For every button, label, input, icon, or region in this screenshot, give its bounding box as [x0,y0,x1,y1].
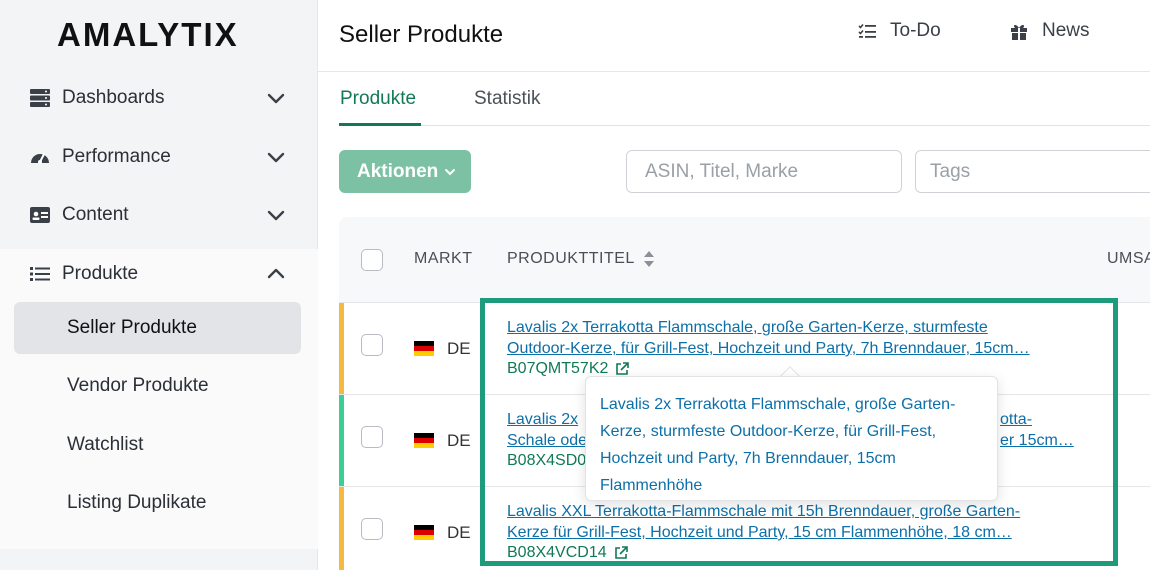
row-status-stripe [339,487,344,570]
germany-flag-icon [414,525,434,540]
search-input[interactable] [626,150,902,193]
row-checkbox[interactable] [361,334,383,356]
row-checkbox[interactable] [361,518,383,540]
actions-dropdown-button[interactable]: Aktionen [339,150,471,193]
title-line-tail: otta- [1000,411,1033,428]
list-icon [30,264,50,284]
nav-label: Performance [62,146,171,167]
asin-text: B08X4VCD14 [507,544,607,561]
gauge-icon [30,147,50,167]
title-line-tail: er 15cm… [1000,432,1074,449]
tabs-divider [339,125,1150,126]
title-tooltip: Lavalis 2x Terrakotta Flammschale, große… [585,376,998,501]
row-status-stripe [339,303,344,394]
page-title: Seller Produkte [339,21,504,48]
asin-text: B08X4SD0 [507,452,587,469]
asin-link[interactable]: B08X4VCD14 [507,544,628,562]
chevron-down-icon [445,168,456,175]
active-tab-indicator [339,123,421,126]
gift-icon [1011,24,1027,40]
sidebar-item-seller-produkte[interactable]: Seller Produkte [14,302,301,354]
nav-label: Content [62,204,129,225]
column-title-label: PRODUKTTITEL [507,250,635,267]
nav-label: Dashboards [62,87,165,108]
row-status-stripe [339,395,344,486]
market-code: DE [447,431,471,450]
market-code: DE [447,523,471,542]
todo-label: To-Do [890,20,941,41]
todo-button[interactable]: To-Do [858,20,941,42]
sidebar-item-watchlist[interactable]: Watchlist [14,419,301,471]
actions-label: Aktionen [357,160,439,182]
chevron-down-icon [266,88,286,108]
sidebar: AMALYTIX Dashboards Performance Content … [0,0,318,570]
sidebar-item-vendor-produkte[interactable]: Vendor Produkte [14,360,301,412]
title-line: Lavalis XXL Terrakotta-Flammschale mit 1… [507,503,1021,520]
sidebar-item-listing-duplikate[interactable]: Listing Duplikate [14,477,301,529]
product-title-link[interactable]: Lavalis 2x Terrakotta Flammschale, große… [507,317,1067,359]
title-line: Kerze für Grill-Fest, Hochzeit und Party… [507,524,1012,541]
sort-icon [643,251,654,267]
tags-input[interactable] [915,150,1150,193]
row-checkbox[interactable] [361,426,383,448]
column-header-title[interactable]: PRODUKTTITEL [507,250,655,268]
nav-produkte[interactable]: Produkte [0,248,318,300]
nav-performance[interactable]: Performance [0,131,318,183]
nav-label: Produkte [62,263,139,284]
market-code: DE [447,339,471,358]
nav-content[interactable]: Content [0,189,318,241]
nav-dashboards[interactable]: Dashboards [0,72,318,124]
server-stack-icon [30,88,50,108]
tab-produkte[interactable]: Produkte [340,88,416,110]
chevron-down-icon [266,205,286,225]
external-link-icon [616,362,630,375]
germany-flag-icon [414,341,434,356]
external-link-icon [614,546,628,559]
news-button[interactable]: News [1010,20,1090,42]
app-logo[interactable]: AMALYTIX [57,16,239,54]
tab-statistik[interactable]: Statistik [474,88,541,110]
title-line: Lavalis 2x Terrakotta Flammschale, große… [507,319,988,336]
asin-link[interactable]: B08X4SD0 [507,452,586,470]
top-header: Seller Produkte To-Do News [318,0,1150,72]
news-label: News [1042,20,1090,41]
column-header-revenue[interactable]: UMSA [1107,250,1150,268]
checklist-icon [858,23,876,38]
product-title-link[interactable]: Lavalis XXL Terrakotta-Flammschale mit 1… [507,501,1067,543]
chevron-up-icon [266,264,286,284]
select-all-checkbox[interactable] [361,249,383,271]
id-card-icon [30,205,50,225]
table-header: MARKT PRODUKTTITEL UMSA [339,217,1150,303]
title-line: Outdoor-Kerze, für Grill-Fest, Hochzeit … [507,340,1030,357]
product-title-link-tail[interactable]: otta- er 15cm… [1000,409,1080,451]
column-header-market[interactable]: MARKT [414,250,473,268]
chevron-down-icon [266,147,286,167]
germany-flag-icon [414,433,434,448]
